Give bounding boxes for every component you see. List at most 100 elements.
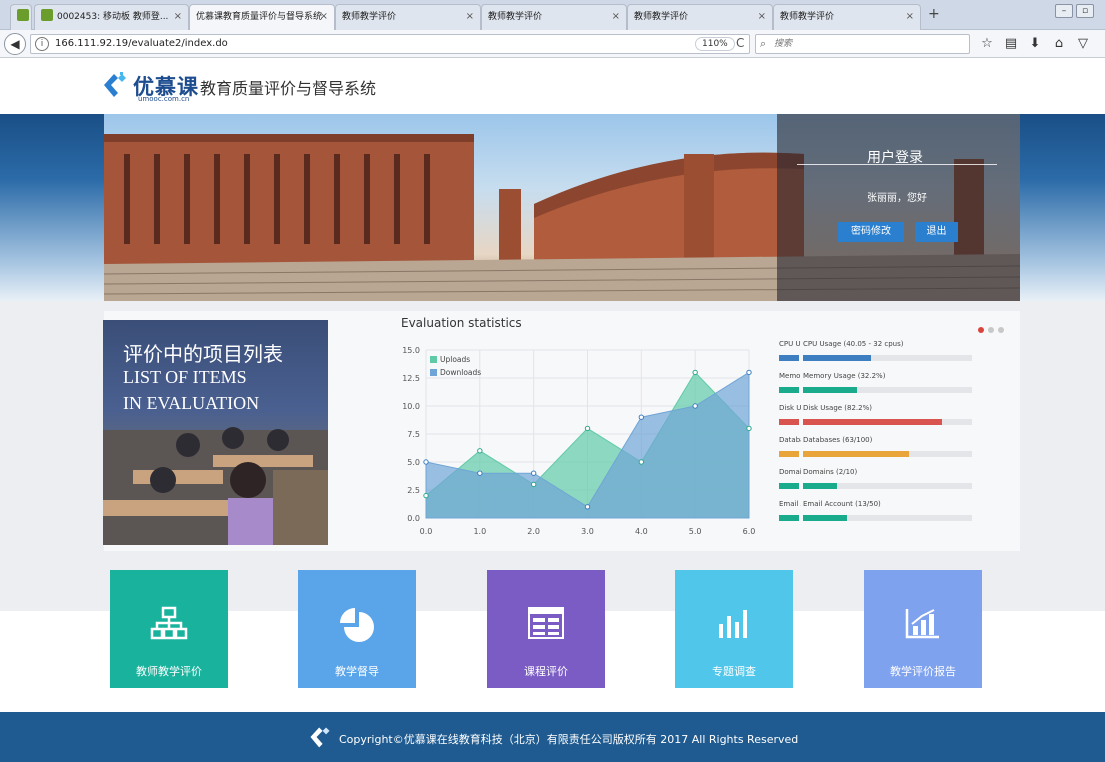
data-point-uploads [423, 492, 429, 499]
usage-progress-fill [803, 515, 847, 521]
tab-label: 教师教学评价 [780, 12, 835, 22]
topic-survey-tile[interactable]: 专题调查 [675, 570, 793, 688]
carousel-dot[interactable] [978, 327, 984, 333]
data-point-downloads [638, 414, 645, 420]
close-tab-icon[interactable]: × [174, 5, 182, 29]
reading-list-icon[interactable]: ▤ [999, 36, 1023, 51]
browser-search-box[interactable]: ⌕ [755, 34, 970, 54]
tab-5[interactable]: 教师教学评价 × [773, 4, 921, 30]
zoom-level[interactable]: 110% [695, 37, 735, 51]
window-table-icon [528, 607, 564, 639]
reload-icon[interactable]: C [736, 36, 744, 50]
change-password-button[interactable]: 密码修改 [838, 222, 904, 242]
evaluation-area-chart: 0.0 2.5 5.0 7.5 10.0 12.5 15.0 0.0 1.0 2.0 3.0 4.0… [402, 346, 756, 536]
tab-label: 教师教学评价 [342, 12, 397, 22]
close-tab-icon[interactable]: × [612, 5, 620, 29]
evaluation-list-banner[interactable]: 评价中的项目列表 LIST OF ITEMS IN EVALUATION [103, 320, 328, 545]
tab-1[interactable]: 优慕课教育质量评价与督导系统 × [189, 4, 335, 31]
course-evaluation-tile[interactable]: 课程评价 [487, 570, 605, 688]
usage-progress-track [803, 483, 972, 489]
pocket-icon[interactable]: ▽ [1071, 36, 1095, 51]
bar-chart-icon [719, 610, 747, 638]
x-tick-label: 0.0 [420, 527, 433, 536]
teacher-evaluation-tile[interactable]: 教师教学评价 [110, 570, 228, 688]
browser-tab-strip: 0002453: 移动板 教师登... × 优慕课教育质量评价与督导系统 × 教… [0, 0, 1105, 31]
tab-2[interactable]: 教师教学评价 × [335, 4, 481, 30]
chart-legend: Uploads Downloads [430, 355, 481, 377]
y-tick-label: 7.5 [407, 430, 420, 439]
umooc-logo-icon[interactable] [100, 70, 130, 100]
x-tick-label: 6.0 [743, 527, 756, 536]
divider [797, 164, 997, 165]
toolbar-icons: ☆ ▤ ⬇ ⌂ ▽ [975, 36, 1095, 51]
tile-label: 教师教学评价 [136, 665, 202, 678]
home-icon[interactable]: ⌂ [1047, 36, 1071, 51]
usage-progress-fill [803, 355, 871, 361]
tile-label: 教学督导 [335, 665, 379, 678]
usage-progress-track [803, 387, 972, 393]
tab-label: 优慕课教育质量评价与督导系统 [196, 12, 323, 22]
download-arrow-icon[interactable]: ⬇ [1023, 36, 1047, 51]
usage-color-chip [779, 515, 799, 521]
usage-item: DomainsDomains (2/10) [779, 468, 979, 498]
page-title: 教育质量评价与督导系统 [200, 79, 377, 98]
address-bar[interactable]: i 166.111.92.19/evaluate2/index.do 110% … [30, 34, 750, 54]
usage-progress-fill [803, 419, 942, 425]
y-tick-label: 2.5 [407, 486, 420, 495]
close-tab-icon[interactable]: × [758, 5, 766, 29]
carousel-dot[interactable] [988, 327, 994, 333]
y-tick-label: 12.5 [402, 374, 420, 383]
pie-chart-icon [340, 608, 374, 642]
new-tab-button[interactable]: + [928, 6, 940, 22]
data-point-uploads [692, 369, 698, 376]
close-tab-icon[interactable]: × [906, 5, 914, 29]
url-text[interactable]: 166.111.92.19/evaluate2/index.do [55, 38, 228, 49]
carousel-dots [978, 318, 1008, 337]
legend-label: Downloads [440, 368, 481, 377]
evaluation-title-en-1: LIST OF ITEMS [123, 367, 247, 387]
chart-y-axis: 0.0 2.5 5.0 7.5 10.0 12.5 15.0 [402, 346, 420, 523]
usage-item: DatabasesDatabases (63/100) [779, 436, 979, 466]
logo-domain: umooc.com.cn [138, 95, 190, 103]
site-header: 优慕课 umooc.com.cn 教育质量评价与督导系统 [0, 58, 1105, 114]
usage-progress-fill [803, 451, 910, 457]
umooc-logo-icon [310, 727, 330, 748]
login-panel: 用户登录 张丽丽，您好 密码修改 退出 [777, 114, 1020, 301]
usage-progress-track [803, 515, 972, 521]
site-favicon-icon [41, 9, 53, 21]
tab-pinned[interactable] [10, 4, 32, 30]
carousel-dot[interactable] [998, 327, 1004, 333]
close-tab-icon[interactable]: × [466, 5, 474, 29]
usage-item: Memory UsageMemory Usage (32.2%) [779, 372, 979, 402]
legend-swatch [430, 356, 437, 363]
search-input[interactable] [774, 37, 954, 51]
restore-window-icon[interactable]: ▫ [1076, 4, 1094, 18]
usage-color-chip [779, 387, 799, 393]
close-tab-icon[interactable]: × [320, 5, 328, 29]
usage-short-label: Disk Usage [779, 404, 801, 412]
tab-0[interactable]: 0002453: 移动板 教师登... × [34, 4, 189, 30]
data-point-uploads [584, 425, 591, 432]
usage-short-label: CPU Usage [779, 340, 801, 348]
minimize-window-icon[interactable]: – [1055, 4, 1073, 18]
info-icon[interactable]: i [35, 37, 49, 51]
evaluation-report-tile[interactable]: 教学评价报告 [864, 570, 982, 688]
data-point-downloads [477, 470, 483, 476]
usage-label: CPU Usage (40.05 - 32 cpus) [803, 340, 904, 348]
y-tick-label: 10.0 [402, 402, 420, 411]
chart-x-axis: 0.0 1.0 2.0 3.0 4.0 5.0 6.0 [420, 527, 756, 536]
usage-short-label: Memory Usage [779, 372, 801, 380]
x-tick-label: 3.0 [581, 527, 594, 536]
back-arrow-icon[interactable]: ◀ [4, 33, 26, 55]
tab-3[interactable]: 教师教学评价 × [481, 4, 627, 30]
x-tick-label: 1.0 [473, 527, 486, 536]
bookmark-star-icon[interactable]: ☆ [975, 36, 999, 51]
logout-button[interactable]: 退出 [915, 222, 958, 242]
evaluation-title-en-2: IN EVALUATION [123, 393, 260, 413]
tab-4[interactable]: 教师教学评价 × [627, 4, 773, 30]
site-favicon-icon [17, 9, 29, 21]
data-point-downloads [530, 470, 537, 476]
data-point-downloads [423, 459, 429, 465]
usage-progress-fill [803, 483, 837, 489]
teaching-supervision-tile[interactable]: 教学督导 [298, 570, 416, 688]
